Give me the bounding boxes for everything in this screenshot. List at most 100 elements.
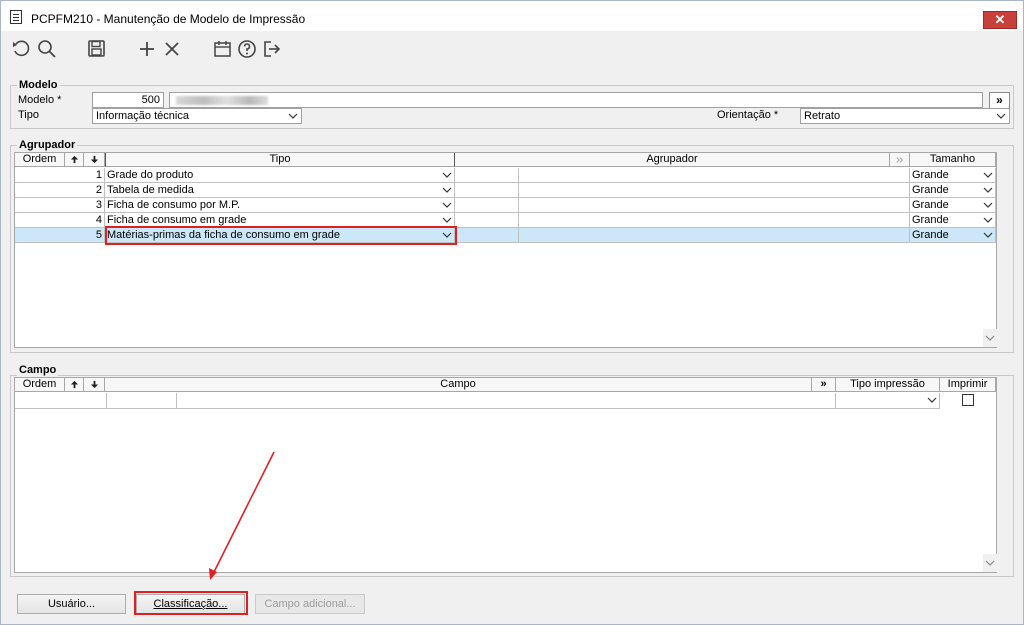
undo-icon[interactable]: [11, 39, 31, 59]
campo-cell-code[interactable]: [107, 393, 177, 409]
modelo-more-button[interactable]: »: [989, 92, 1010, 109]
exit-icon[interactable]: [262, 39, 282, 59]
tipo-label: Tipo: [18, 109, 39, 121]
redacted-text: [176, 96, 268, 105]
agrupador-cell-agrupador[interactable]: [519, 183, 910, 198]
title-bar: PCPFM210 - Manutenção de Modelo de Impre…: [1, 1, 1023, 31]
app-window: PCPFM210 - Manutenção de Modelo de Impre…: [0, 0, 1024, 625]
chevron-down-icon: [983, 172, 993, 178]
campo-adicional-button: Campo adicional...: [255, 594, 365, 614]
agrupador-cell-tamanho[interactable]: Grande: [910, 183, 996, 198]
agrupador-tamanho-value: Grande: [912, 169, 949, 181]
agrupador-cell-tipo[interactable]: Grade do produto: [105, 168, 455, 183]
agrupador-cell-ordem[interactable]: 4: [15, 213, 105, 228]
agrupador-cell-tipo[interactable]: Tabela de medida: [105, 183, 455, 198]
agrupador-cell-agrupador[interactable]: [519, 213, 910, 228]
help-icon[interactable]: [237, 39, 257, 59]
usuario-button[interactable]: Usuário...: [17, 594, 126, 614]
imprimir-checkbox[interactable]: [962, 394, 974, 406]
agrupador-cell-tamanho[interactable]: Grande: [910, 228, 996, 243]
delete-icon[interactable]: [162, 39, 182, 59]
chevron-down-icon: [927, 397, 937, 403]
sort-down-icon[interactable]: [84, 153, 105, 167]
header-ordem[interactable]: Ordem: [15, 153, 65, 167]
agrupador-tipo-value: Ficha de consumo por M.P.: [107, 199, 241, 211]
chevron-down-icon: [996, 113, 1006, 119]
campo-grid: Ordem Campo » Tipo impressão Imprimir: [14, 377, 997, 573]
chevron-down-icon: [442, 172, 452, 178]
close-button[interactable]: ✕: [983, 11, 1017, 29]
agrupador-cell-ordem[interactable]: 3: [15, 198, 105, 213]
agrupador-tamanho-value: Grande: [912, 184, 949, 196]
window-title: PCPFM210 - Manutenção de Modelo de Impre…: [31, 12, 306, 26]
chevron-down-icon: [442, 187, 452, 193]
modelo-description-field[interactable]: [169, 92, 983, 108]
agrupador-cell-ordem[interactable]: 1: [15, 168, 105, 183]
chevron-down-icon: [442, 202, 452, 208]
agrupador-cell-agrupador[interactable]: [519, 228, 910, 243]
calendar-icon[interactable]: [213, 39, 233, 59]
campo-cell-campo[interactable]: [177, 393, 836, 409]
scroll-down-icon[interactable]: [983, 329, 997, 347]
chevron-down-icon: [983, 217, 993, 223]
save-icon[interactable]: [87, 39, 107, 59]
modelo-title: Modelo: [17, 79, 60, 91]
campo-header-imprimir[interactable]: Imprimir: [940, 378, 996, 392]
highlight-tipo-row5: [105, 226, 457, 245]
agrupador-cell-tipo[interactable]: Ficha de consumo por M.P.: [105, 198, 455, 213]
agrupador-grid: Ordem Tipo Agrupador Tamanho 1 Grade do p…: [14, 152, 997, 348]
tipo-select[interactable]: Informação técnica: [92, 108, 302, 124]
agrupador-cell-code[interactable]: [455, 228, 519, 243]
toolbar: [1, 32, 1023, 68]
campo-sort-up-icon[interactable]: [65, 378, 84, 392]
agrupador-cell-ordem[interactable]: 5: [15, 228, 105, 243]
campo-sort-down-icon[interactable]: [84, 378, 105, 392]
agrupador-cell-code[interactable]: [455, 168, 519, 183]
agrupador-cell-agrupador[interactable]: [519, 168, 910, 183]
agrupador-tamanho-value: Grande: [912, 229, 949, 241]
agrupador-cell-agrupador[interactable]: [519, 198, 910, 213]
agrupador-cell-tamanho[interactable]: Grande: [910, 168, 996, 183]
chevron-down-icon: [288, 113, 298, 119]
orientacao-label: Orientação *: [717, 109, 779, 121]
header-tipo[interactable]: Tipo: [105, 153, 455, 167]
tipo-value: Informação técnica: [96, 110, 189, 122]
agrupador-title: Agrupador: [17, 139, 78, 151]
header-tamanho[interactable]: Tamanho: [910, 153, 996, 167]
chevron-down-icon: [983, 202, 993, 208]
agrupador-cell-tamanho[interactable]: Grande: [910, 213, 996, 228]
agrupador-tamanho-value: Grande: [912, 214, 949, 226]
highlight-classificacao: [134, 591, 248, 615]
agrupador-tipo-value: Grade do produto: [107, 169, 194, 181]
agrupador-cell-code[interactable]: [455, 213, 519, 228]
campo-header-ordem[interactable]: Ordem: [15, 378, 65, 392]
annotation-arrow: [209, 451, 275, 580]
header-more-icon[interactable]: [890, 153, 910, 167]
campo-scroll-down-icon[interactable]: [983, 554, 997, 572]
agrupador-cell-ordem[interactable]: 2: [15, 183, 105, 198]
campo-title: Campo: [17, 364, 59, 376]
sort-up-icon[interactable]: [65, 153, 84, 167]
modelo-field[interactable]: 500: [92, 92, 164, 108]
header-agrupador[interactable]: Agrupador: [455, 153, 890, 167]
campo-cell-ordem[interactable]: [15, 393, 107, 409]
modelo-label: Modelo *: [18, 94, 62, 106]
document-icon: [10, 10, 22, 24]
search-icon[interactable]: [37, 39, 57, 59]
orientacao-select[interactable]: Retrato: [800, 108, 1010, 124]
campo-header-tipo-impressao[interactable]: Tipo impressão: [836, 378, 940, 392]
orientacao-value: Retrato: [804, 110, 841, 122]
campo-header-campo[interactable]: Campo: [105, 378, 812, 392]
agrupador-tipo-value: Ficha de consumo em grade: [107, 214, 247, 226]
agrupador-tipo-value: Tabela de medida: [107, 184, 194, 196]
chevron-down-icon: [983, 187, 993, 193]
agrupador-tamanho-value: Grande: [912, 199, 949, 211]
chevron-down-icon: [442, 217, 452, 223]
campo-cell-tipo-impressao[interactable]: [836, 393, 940, 409]
agrupador-cell-tamanho[interactable]: Grande: [910, 198, 996, 213]
add-icon[interactable]: [137, 39, 157, 59]
chevron-down-icon: [983, 232, 993, 238]
agrupador-cell-code[interactable]: [455, 198, 519, 213]
campo-more-button[interactable]: »: [812, 378, 836, 392]
agrupador-cell-code[interactable]: [455, 183, 519, 198]
